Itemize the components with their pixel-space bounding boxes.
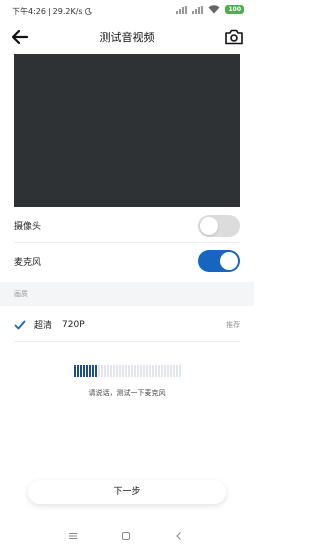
quality-option-name: 超清 — [34, 321, 53, 331]
mic-level-bar — [161, 365, 163, 377]
menu-icon[interactable] — [68, 531, 78, 541]
mic-level-bar — [143, 365, 145, 377]
mic-level-bar — [101, 365, 103, 377]
mic-level-bar — [158, 365, 160, 377]
mic-label: 麦克风 — [14, 257, 42, 268]
status-separator: | — [47, 7, 51, 16]
camera-toggle-knob — [200, 216, 218, 235]
home-icon[interactable] — [121, 531, 131, 541]
check-icon — [14, 320, 26, 329]
mic-level-bar — [176, 365, 178, 377]
mic-level-bar — [95, 365, 97, 377]
mic-level-bar — [98, 365, 100, 377]
mic-level-bar — [74, 365, 76, 377]
camera-label: 摄像头 — [14, 222, 42, 232]
battery-icon: 100 — [225, 5, 244, 14]
recommended-tag: 推荐 — [226, 320, 240, 329]
mic-level-bar — [131, 365, 133, 377]
mic-level-bar — [137, 365, 139, 377]
mic-level-bar — [119, 365, 121, 377]
camera-row: 摄像头 — [14, 209, 240, 243]
mic-level-bar — [140, 365, 142, 377]
status-network-speed: 29.2K/s — [52, 7, 83, 16]
mic-level-bar — [80, 365, 82, 377]
wifi-icon — [208, 5, 220, 14]
mic-level-bar — [113, 365, 115, 377]
signal-icon-2 — [192, 5, 204, 14]
mic-level-bar — [107, 365, 109, 377]
quality-option-resolution: 720P — [62, 319, 85, 330]
mic-level-bar — [134, 365, 136, 377]
quality-section-title: 画质 — [14, 290, 28, 298]
status-bar: 下午4:26 | 29.2K/s 100 — [0, 0, 254, 22]
mic-level-bar — [110, 365, 112, 377]
mic-row: 麦克风 — [14, 244, 240, 278]
mic-level-bar — [179, 365, 181, 377]
mic-toggle[interactable] — [198, 250, 240, 272]
status-time: 下午4:26 — [12, 7, 46, 16]
mic-level-bar — [152, 365, 154, 377]
camera-toggle[interactable] — [198, 214, 240, 237]
mic-level-bar — [86, 365, 88, 377]
mic-level-bar — [128, 365, 130, 377]
mic-level-bar — [167, 365, 169, 377]
page-title: 测试音视频 — [99, 31, 155, 44]
mic-level-bar — [89, 365, 91, 377]
mic-level-meter — [74, 365, 182, 377]
moon-icon — [84, 8, 92, 15]
quality-section-header: 画质 — [0, 282, 254, 306]
status-right: 100 — [176, 5, 244, 14]
mic-level-bar — [104, 365, 106, 377]
mic-level-bar — [122, 365, 124, 377]
next-button[interactable]: 下一步 — [28, 480, 226, 504]
mic-test-hint: 请说话，测试一下麦克风 — [88, 389, 166, 397]
mic-level-bar — [146, 365, 148, 377]
mic-toggle-knob — [220, 252, 238, 270]
nav-bar: 测试音视频 — [0, 22, 254, 52]
signal-icon — [176, 5, 188, 14]
mic-level-bar — [155, 365, 157, 377]
mic-level-bar — [173, 365, 175, 377]
mic-level-bar — [77, 365, 79, 377]
mic-level-bar — [92, 365, 94, 377]
mic-level-bar — [116, 365, 118, 377]
mic-level-bar — [164, 365, 166, 377]
back-icon[interactable] — [174, 531, 184, 541]
mic-level-bar — [149, 365, 151, 377]
quality-option-720p[interactable]: 超清 720P 推荐 — [14, 308, 240, 342]
mic-level-bar — [83, 365, 85, 377]
video-preview — [14, 54, 240, 207]
mic-level-bar — [170, 365, 172, 377]
camera-switch-icon[interactable] — [224, 27, 244, 47]
mic-level-bar — [125, 365, 127, 377]
status-left: 下午4:26 | 29.2K/s — [12, 6, 92, 17]
system-nav-bar — [0, 522, 254, 550]
